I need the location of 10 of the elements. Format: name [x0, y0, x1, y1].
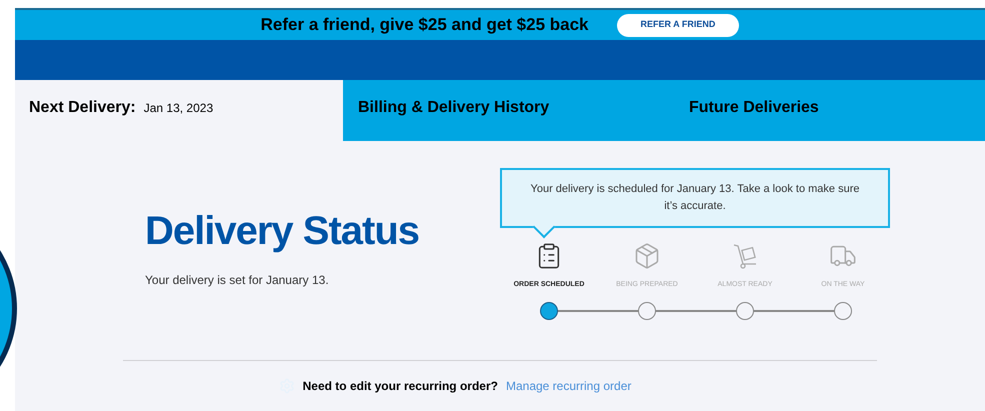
hand-truck-icon: [731, 242, 759, 270]
boxes-icon: [633, 242, 661, 270]
tab[interactable]: Billing & Delivery History: [343, 80, 660, 141]
refer-button[interactable]: REFER A FRIEND: [616, 14, 740, 36]
promo-text: Refer a friend, give $25 and get $25 back: [260, 14, 589, 36]
page-heading: Delivery Status: [145, 211, 420, 251]
tooltip: Your delivery is scheduled for January 13. Take a look to make sure it’s accurate.: [500, 168, 890, 228]
tab[interactable]: Future Deliveries: [660, 80, 985, 141]
delivery-subtitle: Your delivery is set for January 13.: [145, 272, 330, 289]
recurring-question: Need to edit your recurring order?: [302, 378, 498, 395]
